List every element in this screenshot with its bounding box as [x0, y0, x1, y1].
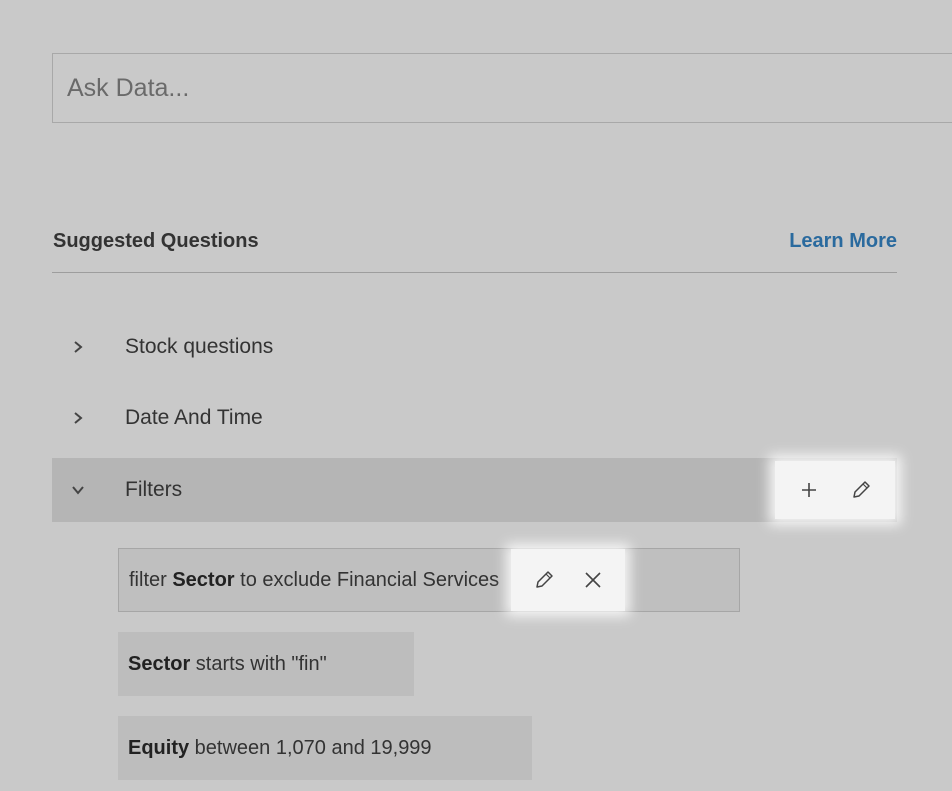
question-pill[interactable]: filter Sector to exclude Financial Servi… — [118, 548, 740, 612]
ask-data-input[interactable] — [53, 54, 952, 122]
group-label: Date And Time — [125, 406, 263, 429]
question-pill[interactable]: Equity between 1,070 and 19,999 — [118, 716, 532, 780]
chevron-right-icon[interactable] — [68, 315, 88, 379]
question-field: Equity — [128, 736, 190, 759]
question-actions — [511, 549, 626, 611]
pencil-icon[interactable] — [845, 474, 877, 506]
question-pill[interactable]: Sector starts with "fin" — [118, 632, 414, 696]
question-text: Sector starts with "fin" — [118, 653, 339, 676]
question-field: Sector — [128, 652, 191, 675]
group-stock-questions[interactable]: Stock questions — [52, 315, 897, 379]
question-field: Sector — [172, 568, 235, 591]
chevron-down-icon[interactable] — [68, 458, 88, 522]
group-label: Filters — [125, 478, 183, 501]
group-date-and-time[interactable]: Date And Time — [52, 386, 897, 450]
suggested-questions-header: Suggested Questions Learn More — [52, 222, 897, 273]
question-text: Equity between 1,070 and 19,999 — [118, 737, 444, 760]
pencil-icon[interactable] — [528, 564, 560, 596]
question-suffix: between 1,070 and 19,999 — [189, 736, 432, 759]
learn-more-link[interactable]: Learn More — [789, 230, 897, 253]
group-actions — [775, 461, 895, 519]
question-text: filter Sector to exclude Financial Servi… — [119, 569, 511, 592]
group-label: Stock questions — [125, 335, 274, 358]
ask-data-box[interactable] — [52, 53, 952, 123]
group-filters[interactable]: Filters — [52, 458, 897, 522]
close-icon[interactable] — [577, 564, 609, 596]
question-prefix: filter — [129, 568, 173, 591]
plus-icon[interactable] — [793, 474, 825, 506]
question-suffix: starts with "fin" — [190, 652, 327, 675]
question-suffix: to exclude Financial Services — [234, 568, 500, 591]
suggested-questions-title: Suggested Questions — [53, 230, 259, 252]
chevron-right-icon[interactable] — [68, 386, 88, 450]
